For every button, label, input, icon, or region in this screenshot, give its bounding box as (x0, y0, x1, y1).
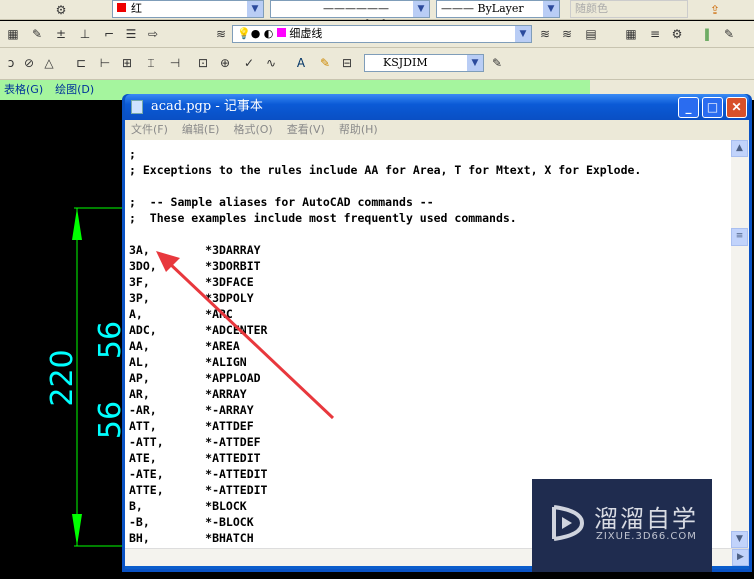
watermark-name: 溜溜自学 (594, 505, 698, 533)
play-logo-icon (552, 505, 585, 541)
watermark-url: ZIXUE.3D66.COM (596, 531, 697, 542)
watermark: 溜溜自学 ZIXUE.3D66.COM (532, 479, 712, 572)
